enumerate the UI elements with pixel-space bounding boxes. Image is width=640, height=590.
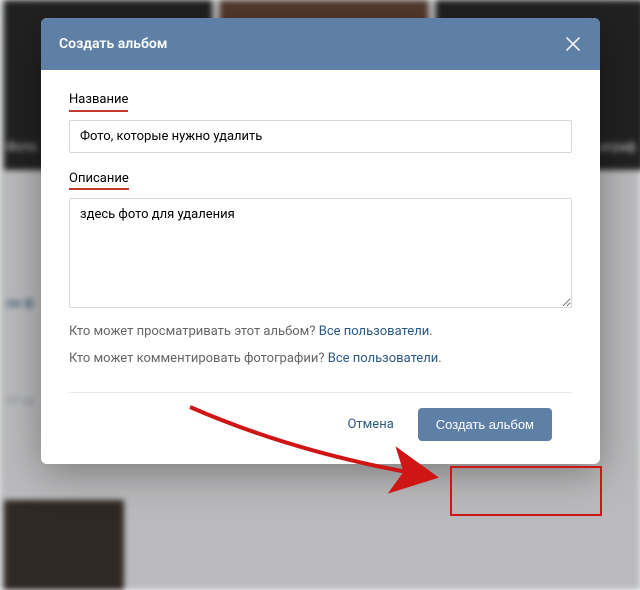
- close-icon: [566, 37, 580, 51]
- album-name-input[interactable]: [69, 120, 572, 153]
- modal-header: Создать альбом: [41, 18, 600, 70]
- privacy-view-line: Кто может просматривать этот альбом? Все…: [69, 324, 572, 339]
- privacy-view-value[interactable]: Все пользователи: [319, 324, 430, 339]
- privacy-view-question: Кто может просматривать этот альбом?: [69, 324, 315, 339]
- privacy-comment-line: Кто может комментировать фотографии? Все…: [69, 351, 572, 366]
- close-button[interactable]: [564, 35, 582, 53]
- name-label: Название: [69, 92, 128, 112]
- modal-footer: Отмена Создать альбом: [69, 392, 572, 456]
- privacy-suffix: .: [429, 324, 432, 339]
- album-description-input[interactable]: здесь фото для удаления: [69, 198, 572, 308]
- modal-title: Создать альбом: [59, 36, 167, 52]
- privacy-comment-value[interactable]: Все пользователи: [328, 351, 439, 366]
- create-album-modal: Создать альбом Название Описание здесь ф…: [41, 18, 600, 464]
- modal-body: Название Описание здесь фото для удалени…: [41, 70, 600, 464]
- privacy-suffix: .: [438, 351, 441, 366]
- privacy-comment-question: Кто может комментировать фотографии?: [69, 351, 325, 366]
- description-label: Описание: [69, 171, 129, 191]
- create-album-button[interactable]: Создать альбом: [418, 408, 552, 441]
- cancel-button[interactable]: Отмена: [343, 409, 397, 440]
